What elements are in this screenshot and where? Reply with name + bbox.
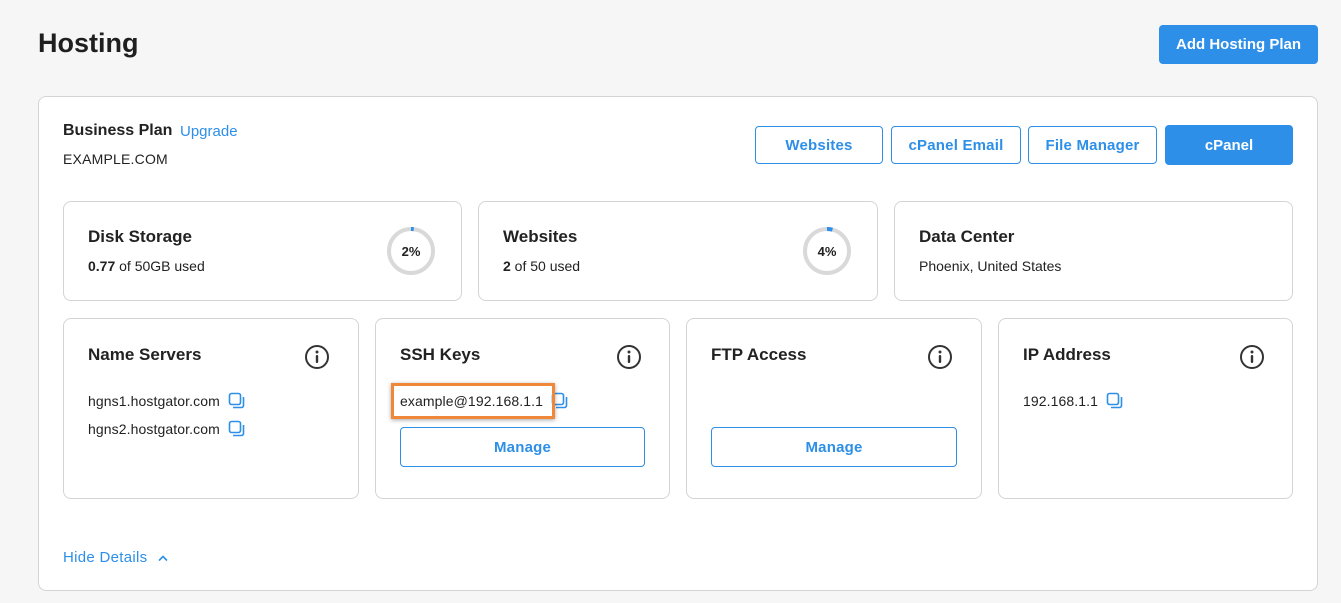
- ip-address-value: 192.168.1.1: [1023, 392, 1099, 409]
- name-servers-card: Name Servers hgns1.hostgator.com hgns2.h…: [63, 318, 359, 499]
- disk-used-rest: of 50GB used: [115, 258, 205, 274]
- ip-address-row: 192.168.1.1: [1023, 392, 1123, 409]
- copy-icon[interactable]: [228, 392, 245, 409]
- ssh-key-row: example@192.168.1.1: [400, 392, 568, 409]
- disk-usage-ring: 2%: [386, 226, 436, 276]
- websites-card: Websites 2 of 50 used 4%: [478, 201, 878, 301]
- chevron-up-icon: [159, 554, 168, 561]
- websites-title: Websites: [503, 227, 578, 246]
- websites-usage-ring: 4%: [802, 226, 852, 276]
- disk-storage-usage: 0.77 of 50GB used: [88, 258, 205, 274]
- data-center-location: Phoenix, United States: [919, 258, 1062, 274]
- copy-icon[interactable]: [228, 420, 245, 437]
- info-icon[interactable]: [304, 344, 330, 370]
- plan-card: Business Plan Upgrade EXAMPLE.COM Websit…: [38, 96, 1318, 591]
- copy-icon[interactable]: [551, 392, 568, 409]
- name-server-row: hgns1.hostgator.com: [88, 392, 245, 409]
- plan-name: Business Plan: [63, 122, 173, 139]
- data-center-title: Data Center: [919, 227, 1015, 246]
- name-servers-title: Name Servers: [88, 345, 202, 364]
- hide-details-label: Hide Details: [63, 549, 148, 566]
- disk-usage-percent: 2%: [401, 243, 421, 259]
- copy-icon[interactable]: [1106, 392, 1123, 409]
- ip-address-card: IP Address 192.168.1.1: [998, 318, 1293, 499]
- ftp-access-title: FTP Access: [711, 345, 807, 364]
- name-server-row: hgns2.hostgator.com: [88, 420, 245, 437]
- page-title: Hosting: [38, 28, 139, 58]
- websites-button[interactable]: Websites: [755, 126, 883, 164]
- file-manager-button[interactable]: File Manager: [1028, 126, 1157, 164]
- disk-storage-title: Disk Storage: [88, 227, 192, 246]
- info-icon[interactable]: [616, 344, 642, 370]
- info-icon[interactable]: [1239, 344, 1265, 370]
- name-server-value: hgns1.hostgator.com: [88, 392, 220, 409]
- add-hosting-plan-button[interactable]: Add Hosting Plan: [1159, 25, 1318, 64]
- ssh-manage-button[interactable]: Manage: [400, 427, 645, 467]
- data-center-card: Data Center Phoenix, United States: [894, 201, 1293, 301]
- websites-usage-percent: 4%: [817, 243, 837, 259]
- ssh-key-value: example@192.168.1.1: [400, 392, 543, 409]
- disk-storage-card: Disk Storage 0.77 of 50GB used 2%: [63, 201, 462, 301]
- upgrade-link[interactable]: Upgrade: [180, 123, 238, 140]
- disk-used-value: 0.77: [88, 258, 116, 274]
- websites-used-value: 2: [503, 258, 511, 274]
- websites-used-rest: of 50 used: [510, 258, 581, 274]
- ftp-access-card: FTP Access Manage: [686, 318, 982, 499]
- ip-address-title: IP Address: [1023, 345, 1111, 364]
- ssh-keys-card: SSH Keys example@192.168.1.1 Manage: [375, 318, 670, 499]
- hide-details-toggle[interactable]: Hide Details: [63, 549, 169, 566]
- cpanel-button[interactable]: cPanel: [1165, 125, 1293, 165]
- ftp-manage-button[interactable]: Manage: [711, 427, 957, 467]
- plan-domain: EXAMPLE.COM: [63, 151, 168, 167]
- cpanel-email-button[interactable]: cPanel Email: [891, 126, 1021, 164]
- info-icon[interactable]: [927, 344, 953, 370]
- ssh-keys-title: SSH Keys: [400, 345, 481, 364]
- name-server-value: hgns2.hostgator.com: [88, 420, 220, 437]
- websites-usage: 2 of 50 used: [503, 258, 580, 274]
